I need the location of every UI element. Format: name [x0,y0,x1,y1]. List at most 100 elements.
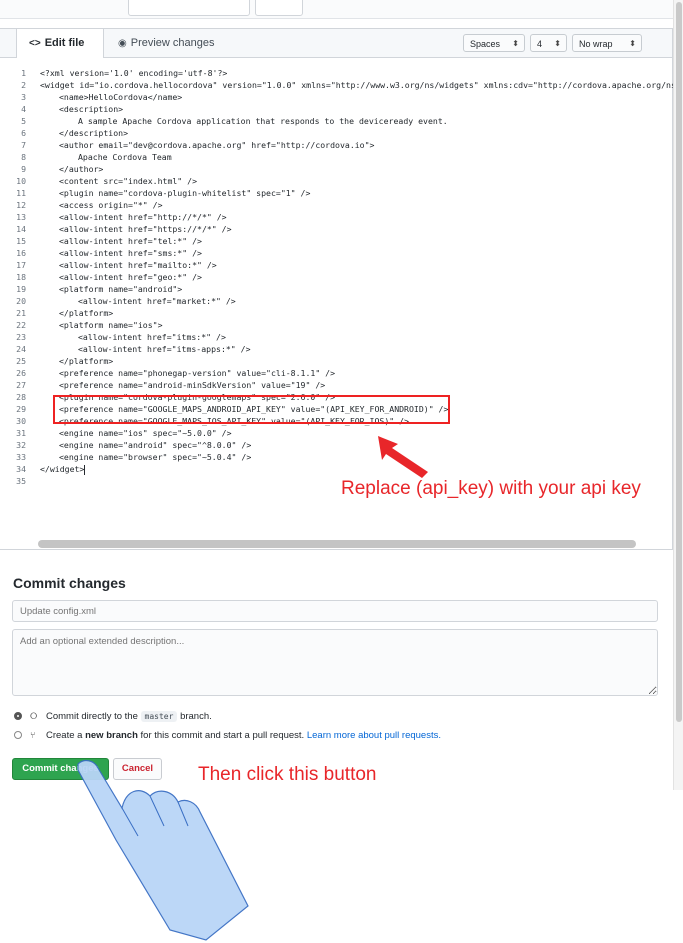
commit-changes-button[interactable]: Commit changes [12,758,109,780]
code-line[interactable]: 9 </author> [0,163,672,175]
code-line[interactable]: 34 </widget> [0,463,672,475]
line-number: 26 [16,368,26,378]
code-area[interactable]: 1 <?xml version='1.0' encoding='utf-8'?> 2… [0,67,676,507]
line-number: 3 [21,92,26,102]
code-line[interactable]: 10 <content src="index.html" /> [0,175,672,187]
indent-mode-value: Spaces [470,39,501,49]
line-text: <platform name="ios"> [59,320,163,330]
vertical-scrollbar[interactable] [673,0,683,790]
select-caret-icon: ⬍ [629,39,636,48]
tab-preview-changes[interactable]: ◉ Preview changes [118,29,215,57]
api-key-highlight-box [53,395,450,424]
code-line[interactable]: 26 <preference name="phonegap-version" va… [0,367,672,379]
code-line[interactable]: 21 </platform> [0,307,672,319]
code-line[interactable]: 17 <allow-intent href="mailto:*" /> [0,259,672,271]
line-text: <allow-intent href="market:*" /> [78,296,236,306]
new-branch-prefix: Create a [46,730,83,741]
indent-mode-select[interactable]: Spaces ⬍ [463,34,525,52]
commit-direct-prefix: Commit directly to the [46,711,138,722]
line-number: 33 [16,452,26,462]
code-line[interactable]: 7 <author email="dev@cordova.apache.org" … [0,139,672,151]
code-line[interactable]: 20 <allow-intent href="market:*" /> [0,295,672,307]
line-text: <preference name="android-minSdkVersion"… [59,380,326,390]
select-caret-icon: ⬍ [554,39,561,48]
line-number: 6 [21,128,26,138]
top-strip [0,0,673,19]
filename-input[interactable] [128,0,250,16]
commit-direct-suffix: branch. [180,711,212,722]
line-wrap-select[interactable]: No wrap ⬍ [572,34,642,52]
line-number: 30 [16,416,26,426]
line-number: 4 [21,104,26,114]
line-text: <engine name="browser" spec="~5.0.4" /> [59,452,252,462]
code-line[interactable]: 27 <preference name="android-minSdkVersio… [0,379,672,391]
code-line[interactable]: 2 <widget id="io.cordova.hellocordova" ve… [0,79,676,91]
line-number: 10 [16,176,26,186]
vertical-scroll-thumb[interactable] [676,2,682,722]
code-line[interactable]: 16 <allow-intent href="sms:*" /> [0,247,672,259]
code-line[interactable]: 1 <?xml version='1.0' encoding='utf-8'?> [0,67,672,79]
line-text: <content src="index.html" /> [59,176,198,186]
code-line[interactable]: 32 <engine name="android" spec="^8.0.0" /… [0,439,672,451]
commit-direct-option[interactable]: ⭘ Commit directly to the master branch. [14,711,212,722]
line-number: 7 [21,140,26,150]
line-number: 32 [16,440,26,450]
horizontal-scrollbar[interactable] [38,540,636,548]
editor-toolbar: <> Edit file ◉ Preview changes Spaces ⬍ 4 … [0,29,672,58]
code-line[interactable]: 33 <engine name="browser" spec="~5.0.4" /… [0,451,672,463]
learn-more-pull-requests-link[interactable]: Learn more about pull requests. [307,730,441,741]
code-line[interactable]: 4 <description> [0,103,672,115]
indent-size-value: 4 [537,39,543,49]
new-branch-option[interactable]: ⑂ Create a new branch for this commit and… [14,730,441,741]
commit-summary-input[interactable] [12,600,658,622]
line-number: 15 [16,236,26,246]
code-line[interactable]: 14 <allow-intent href="https://*/*" /> [0,223,672,235]
code-line[interactable]: 8 Apache Cordova Team [0,151,672,163]
new-branch-suffix: for this commit and start a pull request… [140,730,305,741]
tab-edit-file[interactable]: <> Edit file [16,29,104,58]
code-line[interactable]: 24 <allow-intent href="itms-apps:*" /> [0,343,672,355]
line-text: <description> [59,104,124,114]
line-number: 5 [21,116,26,126]
radio-unselected[interactable] [14,731,22,740]
line-text: Apache Cordova Team [78,152,172,162]
code-line[interactable]: 5 A sample Apache Cordova application tha… [0,115,672,127]
line-text: <allow-intent href="http://*/*" /> [59,212,227,222]
line-number: 21 [16,308,26,318]
code-line[interactable]: 11 <plugin name="cordova-plugin-whitelist… [0,187,672,199]
eye-icon: ◉ [118,38,127,49]
code-line[interactable]: 22 <platform name="ios"> [0,319,672,331]
line-text: </author> [59,164,104,174]
replace-api-key-note: Replace (api_key) with your api key [341,478,641,499]
line-text: A sample Apache Cordova application that… [78,116,448,126]
new-branch-bold: new branch [85,730,138,741]
line-text: <allow-intent href="mailto:*" /> [59,260,217,270]
line-number: 2 [21,80,26,90]
commit-title: Commit changes [13,575,126,591]
radio-selected[interactable] [14,712,22,721]
code-line[interactable]: 23 <allow-intent href="itms:*" /> [0,331,672,343]
code-line[interactable]: 13 <allow-intent href="http://*/*" /> [0,211,672,223]
line-number: 11 [16,188,26,198]
line-text: <allow-intent href="geo:*" /> [59,272,202,282]
commit-description-input[interactable] [12,629,658,696]
cancel-button[interactable]: Cancel [113,758,162,780]
line-text: <?xml version='1.0' encoding='utf-8'?> [40,68,228,78]
line-wrap-value: No wrap [579,39,613,49]
code-line[interactable]: 6 </description> [0,127,672,139]
line-text: <engine name="android" spec="^8.0.0" /> [59,440,252,450]
code-line[interactable]: 25 </platform> [0,355,672,367]
line-text: <plugin name="cordova-plugin-whitelist" … [59,188,311,198]
cancel-top-button[interactable] [255,0,303,16]
code-line[interactable]: 18 <allow-intent href="geo:*" /> [0,271,672,283]
line-number: 18 [16,272,26,282]
code-line[interactable]: 3 <name>HelloCordova</name> [0,91,672,103]
line-number: 17 [16,260,26,270]
code-line[interactable]: 15 <allow-intent href="tel:*" /> [0,235,672,247]
line-text: <engine name="ios" spec="~5.0.0" /> [59,428,232,438]
code-line[interactable]: 12 <access origin="*" /> [0,199,672,211]
line-number: 19 [16,284,26,294]
code-line[interactable]: 31 <engine name="ios" spec="~5.0.0" /> [0,427,672,439]
indent-size-select[interactable]: 4 ⬍ [530,34,567,52]
code-line[interactable]: 19 <platform name="android"> [0,283,672,295]
